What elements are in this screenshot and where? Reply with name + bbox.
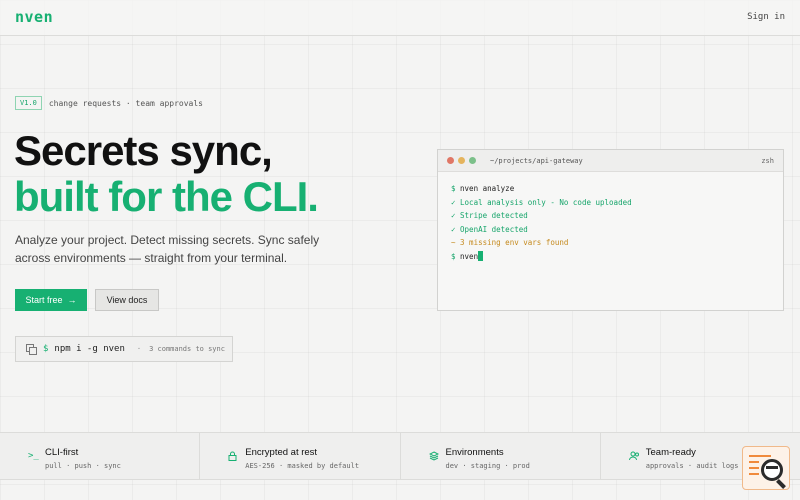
hero-subtext: Analyze your project. Detect missing sec… (15, 233, 320, 265)
version-text: change requests · team approvals (48, 98, 203, 108)
start-free-button[interactable]: Start free → (15, 289, 87, 311)
install-command: npm i -g nven (54, 344, 125, 354)
feature-cli-first: >_ CLI-first pull · push · sync (0, 433, 201, 479)
start-free-label: Start free (25, 295, 63, 305)
arrow-right-icon: → (67, 295, 77, 305)
widget-line (749, 455, 771, 457)
widget-line (749, 461, 759, 463)
terminal-titlebar: ~/projects/api-gateway zsh (438, 150, 783, 172)
minimize-dot-icon (458, 157, 465, 164)
feature-subtitle: dev · staging · prod (445, 462, 530, 470)
magnifier-handle (776, 479, 786, 489)
view-docs-button[interactable]: View docs (95, 289, 159, 311)
feature-title: Encrypted at rest (245, 447, 318, 458)
feature-subtitle: AES-256 · masked by default (245, 462, 360, 470)
terminal-body: $ nven analyze ✓ Local analysis only - N… (438, 172, 783, 273)
feature-title: Environments (445, 447, 504, 458)
maximize-dot-icon (469, 157, 476, 164)
lock-icon (228, 451, 237, 464)
sign-in-link[interactable]: Sign in (747, 12, 785, 22)
site-header: nven Sign in (0, 0, 800, 36)
terminal-line: $ nven analyze (451, 184, 515, 193)
install-snippet[interactable]: $ npm i -g nven · 3 commands to sync (15, 336, 233, 362)
terminal-line: ~ 3 missing env vars found (451, 238, 569, 247)
terminal-cursor (478, 250, 484, 261)
terminal-line: ✓ OpenAI detected (451, 224, 528, 234)
terminal-shell: zsh (761, 157, 774, 165)
terminal-line: $ nven (451, 250, 770, 264)
terminal-line: ✓ Local analysis only - No code uploaded (451, 197, 632, 207)
close-dot-icon (447, 157, 454, 164)
help-search-widget[interactable] (742, 446, 790, 490)
headline-line-1: Secrets sync, (14, 127, 273, 174)
install-separator: · (136, 345, 142, 353)
terminal-line: ✓ Stripe detected (451, 211, 528, 220)
version-row: V1.0 change requests · team approvals (15, 96, 203, 110)
feature-title: CLI-first (45, 447, 79, 458)
magnifier-icon (761, 459, 783, 481)
copy-icon[interactable] (26, 344, 37, 355)
layers-icon (428, 451, 439, 464)
terminal-window: ~/projects/api-gateway zsh $ nven analyz… (437, 149, 784, 311)
terminal-icon: >_ (28, 451, 39, 461)
feature-encrypted: Encrypted at rest AES-256 · masked by de… (200, 433, 401, 479)
users-icon (628, 451, 640, 464)
widget-line (749, 467, 759, 469)
logo[interactable]: nven (15, 8, 53, 26)
terminal-path: ~/projects/api-gateway (490, 156, 583, 165)
magnifier-bar (766, 466, 778, 469)
widget-line (749, 473, 759, 475)
feature-strip: >_ CLI-first pull · push · sync Encrypte… (0, 432, 800, 480)
hero-headline: Secrets sync, built for the CLI. (14, 127, 319, 220)
headline-line-2: built for the CLI. (14, 173, 319, 220)
feature-environments: Environments dev · staging · prod (401, 433, 601, 479)
feature-subtitle: pull · push · sync (45, 462, 121, 470)
version-badge: V1.0 (15, 96, 42, 110)
install-hint: 3 commands to sync (149, 345, 225, 353)
install-prompt: $ (43, 344, 49, 354)
